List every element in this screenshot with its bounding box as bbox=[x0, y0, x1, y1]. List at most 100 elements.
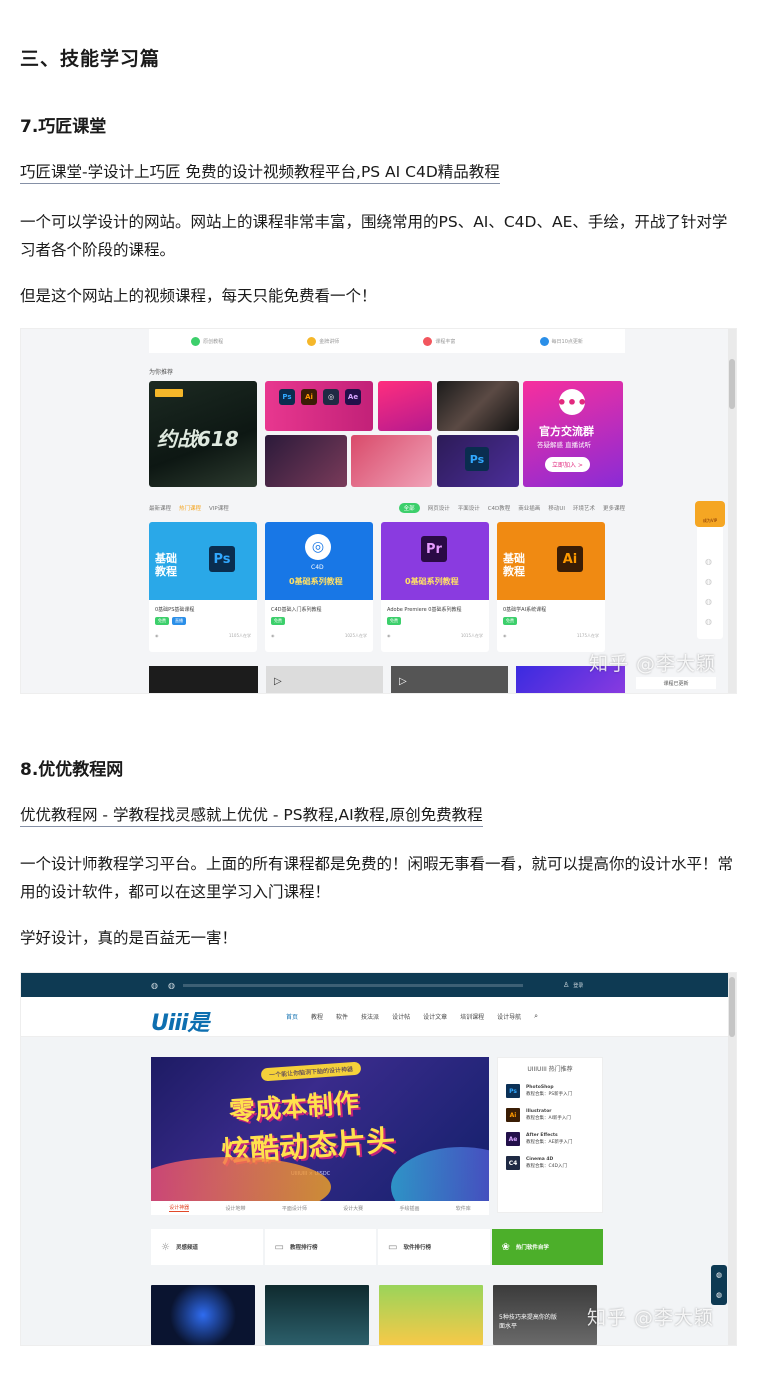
feature-item: 课程丰富 bbox=[423, 336, 455, 346]
thumb-row-partial: ▷ ▷ bbox=[149, 666, 625, 693]
chat-icon: ◍ bbox=[715, 1271, 723, 1279]
course-title: C4D基础入门系列教程 bbox=[271, 607, 322, 613]
hot-item[interactable]: C4 Cinema 4D 教程合集：C4D入门 bbox=[498, 1151, 602, 1175]
subtab[interactable]: 设计地带 bbox=[225, 1205, 245, 1212]
item8-link[interactable]: 优优教程网 - 学教程找灵感就上优优 - PS教程,AI教程,原创免费教程 bbox=[20, 803, 483, 827]
item8-para2: 学好设计，真的是百益无一害！ bbox=[20, 929, 238, 947]
comment-icon[interactable]: ◍ bbox=[705, 577, 712, 586]
headset-icon[interactable]: ◍ bbox=[705, 597, 712, 606]
course-count: 1025人在学 bbox=[344, 633, 367, 638]
article-thumb[interactable] bbox=[379, 1285, 483, 1345]
subtab[interactable]: 设计大赛 bbox=[343, 1205, 363, 1212]
top-bar: ◍ ◍ ♙ 登录 bbox=[21, 973, 736, 997]
login-link[interactable]: 登录 bbox=[573, 982, 583, 989]
filter-all[interactable]: 全部 bbox=[398, 503, 420, 513]
menu-item[interactable]: 设计文章 bbox=[423, 1012, 447, 1021]
hot-item[interactable]: Ae After Effects 教程合集：AE新手入门 bbox=[498, 1127, 602, 1151]
hot-item[interactable]: Ps PhotoShop 教程合集：PS新手入门 bbox=[498, 1079, 602, 1103]
thumb-row: 5种技巧来提高你的版面水平 bbox=[151, 1285, 597, 1345]
menu-item[interactable]: 设计帖 bbox=[392, 1012, 410, 1021]
filter-item[interactable]: 环境艺术 bbox=[573, 504, 595, 512]
filter-item[interactable]: 更多课程 bbox=[603, 504, 625, 512]
feature-tutorial-rank[interactable]: ▭ 教程排行榜 bbox=[264, 1229, 376, 1265]
banner-c4d[interactable] bbox=[265, 435, 347, 487]
feature-strip: 原创教程 金牌讲师 课程丰富 每日10点更新 bbox=[149, 329, 625, 353]
menu-item[interactable]: 教程 bbox=[311, 1012, 323, 1021]
main-menu: 首页 教程 软件 技法派 设计帖 设计文章 培训课程 设计导航 ⌕ bbox=[286, 1012, 538, 1021]
banner-portrait[interactable] bbox=[437, 381, 519, 431]
hot-title: UIIIUIII 热门推荐 bbox=[527, 1066, 573, 1073]
filter-item[interactable]: 移动UI bbox=[548, 504, 565, 512]
group-sub: 答疑解惑 直播试听 bbox=[537, 441, 592, 449]
banner-group[interactable]: ••• 官方交流群 答疑解惑 直播试听 立即加入 > bbox=[523, 381, 623, 487]
share-icon: ◍ bbox=[715, 1291, 723, 1299]
watermark: 知乎 @李大颖 bbox=[589, 653, 717, 675]
feature-software-rank[interactable]: ▭ 软件排行榜 bbox=[378, 1229, 490, 1265]
course-count: 1015人在学 bbox=[460, 633, 483, 638]
filter-item[interactable]: 平面设计 bbox=[458, 504, 480, 512]
subtab-active[interactable]: 设计神器 bbox=[169, 1204, 190, 1212]
banner-software[interactable]: Ps Ai ◎ Ae bbox=[265, 381, 373, 431]
group-join-button[interactable]: 立即加入 > bbox=[545, 457, 590, 472]
banner-3d[interactable] bbox=[351, 435, 432, 487]
item7-link[interactable]: 巧匠课堂-学设计上巧匠 免费的设计视频教程平台,PS AI C4D精品教程 bbox=[20, 160, 500, 184]
site-logo[interactable]: Uiii是 bbox=[151, 1005, 209, 1037]
banner-small[interactable] bbox=[378, 381, 432, 431]
course-tabs: 最新课程 热门课程 VIP课程 全部 网页设计 平面设计 C4D教程 商业插画 … bbox=[149, 501, 625, 515]
feature-item: 金牌讲师 bbox=[307, 336, 339, 346]
menu-item[interactable]: 设计导航 bbox=[497, 1012, 521, 1021]
subtab[interactable]: 平面设计师 bbox=[282, 1205, 307, 1212]
uiiiuiii-screenshot: ◍ ◍ ♙ 登录 Uiii是 首页 教程 软件 技法派 设计帖 设计文章 培训课… bbox=[20, 972, 737, 1346]
monitor-icon: ▭ bbox=[274, 1241, 284, 1253]
banner-ps-growth[interactable]: Ps bbox=[437, 435, 519, 487]
item7-para2: 但是这个网站上的视频课程，每天只能免费看一个！ bbox=[20, 287, 377, 305]
banner-618[interactable]: 约战618 bbox=[149, 381, 257, 487]
tab-vip[interactable]: VIP课程 bbox=[209, 504, 229, 512]
course-card[interactable]: ◎ C4D 0基础系列教程 C4D基础入门系列教程 免费 ◉ 1025人在学 bbox=[265, 522, 373, 652]
bell-icon[interactable]: ◍ bbox=[705, 617, 712, 626]
course-card[interactable]: Pr 0基础系列教程 Adobe Premiere 0基础系列教程 免费 ◉ 10… bbox=[381, 522, 489, 652]
feature-inspiration[interactable]: ☼ 灵感频道 bbox=[151, 1229, 263, 1265]
tab-hot[interactable]: 热门课程 bbox=[179, 504, 201, 512]
feature-row: ☼ 灵感频道 ▭ 教程排行榜 ▭ 软件排行榜 ❀ 热门软件自学 bbox=[151, 1229, 603, 1265]
float-wechat[interactable]: ◍ ◍ bbox=[711, 1265, 727, 1305]
recommend-label: 为你推荐 bbox=[149, 369, 174, 376]
filter-item[interactable]: 网页设计 bbox=[428, 504, 450, 512]
menu-item[interactable]: 培训课程 bbox=[460, 1012, 484, 1021]
section-heading: 三、技能学习篇 bbox=[20, 48, 161, 70]
cinema4d-icon: C4 bbox=[506, 1156, 520, 1170]
article-thumb[interactable]: 5种技巧来提高你的版面水平 bbox=[493, 1285, 597, 1345]
weibo-icon[interactable]: ◍ bbox=[168, 981, 175, 990]
course-card[interactable]: Ps 基础 教程 0基础PS基础课程 免费 直播 ◉ 1105人在学 bbox=[149, 522, 257, 652]
subtab[interactable]: 软件库 bbox=[456, 1205, 471, 1212]
play-icon[interactable]: ▷ bbox=[274, 676, 282, 687]
play-icon[interactable]: ▷ bbox=[399, 676, 407, 687]
search-icon[interactable]: ⌕ bbox=[534, 1012, 538, 1021]
illustrator-icon: Ai bbox=[506, 1108, 520, 1122]
wechat-icon[interactable]: ◍ bbox=[151, 981, 158, 990]
tab-latest[interactable]: 最新课程 bbox=[149, 504, 171, 512]
menu-item[interactable]: 软件 bbox=[336, 1012, 348, 1021]
course-count: 1175人在学 bbox=[576, 633, 599, 638]
hot-item[interactable]: Ai Illustrator 教程合集：AI新手入门 bbox=[498, 1103, 602, 1127]
course-card[interactable]: Ai 基础 教程 0基础学AI系统课程 免费 ◉ 1175人在学 bbox=[497, 522, 605, 652]
subtab[interactable]: 手绘插画 bbox=[399, 1205, 419, 1212]
scrollbar[interactable] bbox=[728, 329, 736, 693]
scrollbar[interactable] bbox=[728, 973, 736, 1345]
article-thumb[interactable] bbox=[265, 1285, 369, 1345]
article-thumb[interactable] bbox=[151, 1285, 255, 1345]
menu-item[interactable]: 技法派 bbox=[361, 1012, 379, 1021]
course-title: 0基础学AI系统课程 bbox=[503, 607, 547, 613]
filter-item[interactable]: 商业插画 bbox=[518, 504, 540, 512]
nav-bar: Uiii是 首页 教程 软件 技法派 设计帖 设计文章 培训课程 设计导航 ⌕ bbox=[21, 997, 736, 1037]
hero-banner[interactable]: 一个能让你脑洞下脑的设计神器 零成本制作 炫酷动态片头 UIIIUIII × U… bbox=[151, 1057, 489, 1201]
leaf-icon: ❀ bbox=[501, 1241, 510, 1253]
vip-badge[interactable]: 成为VIP bbox=[695, 501, 725, 527]
course-badge: ◎ bbox=[305, 534, 331, 560]
menu-home[interactable]: 首页 bbox=[286, 1012, 298, 1021]
feature-self-study[interactable]: ❀ 热门软件自学 bbox=[491, 1229, 603, 1265]
chat-icon[interactable]: ◍ bbox=[705, 557, 712, 566]
course-count: 1105人在学 bbox=[228, 633, 251, 638]
filter-item[interactable]: C4D教程 bbox=[488, 504, 511, 512]
after-effects-icon: Ae bbox=[506, 1132, 520, 1146]
